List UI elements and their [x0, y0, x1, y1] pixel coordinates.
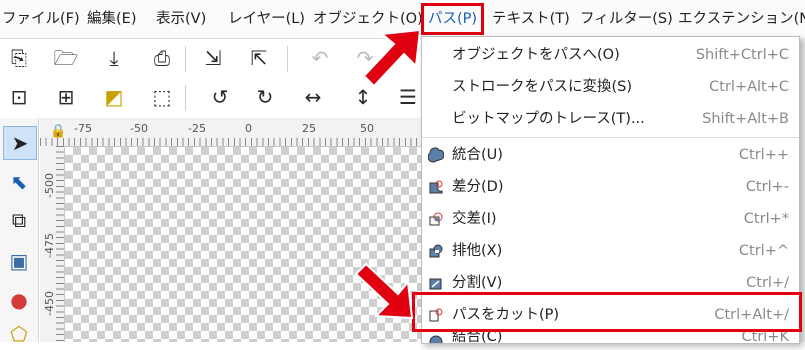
menu-item-shortcut: Ctrl+^ — [738, 243, 789, 259]
menu-item-label: ストロークをパスに変換(S) — [452, 79, 633, 95]
flip-horizontal-icon[interactable]: ↔ — [298, 82, 328, 112]
import-icon[interactable]: ⇲ — [198, 43, 228, 73]
menu-extensions[interactable]: エクステンション(N) — [678, 0, 805, 38]
path-menu-highlight-box — [421, 3, 484, 35]
toolbar-separator — [185, 85, 186, 111]
undo-icon[interactable]: ↶ — [305, 43, 335, 73]
menu-item-shortcut: Ctrl+Alt+C — [709, 79, 789, 95]
deselect-icon[interactable]: ⬚ — [147, 82, 177, 112]
ruler-tick-label: 25 — [302, 122, 316, 135]
union-icon — [428, 147, 444, 163]
ruler-ticks — [56, 146, 64, 342]
select-all-icon[interactable]: ⊡ — [4, 82, 34, 112]
menu-item-exclusion[interactable]: 排他(X) Ctrl+^ — [422, 235, 799, 267]
ruler-lock-icon[interactable]: 🔒 — [50, 124, 66, 139]
new-document-icon[interactable]: ⎘ — [4, 43, 34, 73]
ruler-tick-label: -50 — [130, 122, 148, 135]
menu-item-label: 結合(C) — [452, 331, 503, 343]
star-tool-icon[interactable]: ⬠ — [3, 318, 35, 350]
menu-item-shortcut: Ctrl+* — [743, 211, 789, 227]
red-arrow-icon — [362, 28, 422, 88]
toolbar-separator — [185, 46, 186, 72]
rotate-ccw-icon[interactable]: ↺ — [205, 82, 235, 112]
ruler-tick-label: -475 — [43, 233, 56, 258]
ellipse-tool-icon[interactable]: ● — [3, 284, 35, 316]
menu-item-union[interactable]: 統合(U) Ctrl++ — [422, 139, 799, 171]
menu-item-trace-bitmap[interactable]: ビットマップのトレース(T)... Shift+Alt+B — [422, 103, 799, 135]
shape-tools-icon[interactable]: ⧉ — [3, 204, 35, 236]
ruler-tick-label: -75 — [74, 122, 92, 135]
export-icon[interactable]: ⇱ — [244, 43, 274, 73]
menu-item-shortcut: Shift+Alt+B — [702, 111, 789, 127]
menu-text[interactable]: テキスト(T) — [492, 0, 570, 38]
ruler-ticks — [40, 138, 440, 146]
ruler-tick-label: -450 — [43, 291, 56, 316]
vertical-ruler: -500 -475 -450 — [40, 146, 65, 342]
horizontal-ruler: 🔒 -75 -50 -25 0 25 50 — [40, 118, 440, 147]
node-tool-icon[interactable]: ⬉ — [3, 166, 35, 198]
toolbar-separator — [287, 46, 288, 72]
ruler-tick-label: -500 — [43, 173, 56, 198]
select-same-icon[interactable]: ◩ — [99, 82, 129, 112]
menu-item-shortcut: Ctrl++ — [738, 147, 789, 163]
ruler-tick-label: 50 — [360, 122, 374, 135]
menu-item-shortcut: Shift+Ctrl+C — [695, 47, 789, 63]
intersection-icon — [429, 212, 443, 226]
print-icon[interactable]: ⎙ — [147, 43, 177, 73]
rectangle-tool-icon[interactable]: ▣ — [3, 245, 35, 277]
toolbox: ➤ ⬉ ⧉ ▣ ● ⬠ — [0, 118, 39, 346]
menu-item-label: 交差(I) — [452, 211, 497, 227]
menu-item-label: 統合(U) — [452, 147, 503, 163]
menu-file[interactable]: ファイル(F) — [2, 0, 80, 38]
division-icon — [429, 278, 442, 290]
ruler-tick-label: -25 — [188, 122, 206, 135]
exclusion-icon — [429, 244, 443, 258]
ruler-tick-label: 0 — [245, 122, 252, 135]
menu-filters[interactable]: フィルター(S) — [580, 0, 673, 38]
red-arrow-icon — [354, 262, 414, 320]
menu-item-label: 差分(D) — [452, 179, 504, 195]
select-all-layers-icon[interactable]: ⊞ — [51, 82, 81, 112]
menu-item-difference[interactable]: 差分(D) Ctrl+- — [422, 171, 799, 203]
menu-layer[interactable]: レイヤー(L) — [228, 0, 305, 38]
menu-item-stroke-to-path[interactable]: ストロークをパスに変換(S) Ctrl+Alt+C — [422, 71, 799, 103]
menu-edit[interactable]: 編集(E) — [87, 0, 136, 38]
menu-item-object-to-path[interactable]: オブジェクトをパスへ(O) Shift+Ctrl+C — [422, 39, 799, 71]
menu-item-shortcut: Ctrl+K — [741, 331, 789, 343]
menu-item-intersection[interactable]: 交差(I) Ctrl+* — [422, 203, 799, 235]
difference-icon — [429, 180, 443, 194]
menu-item-label: 排他(X) — [452, 243, 503, 259]
menu-item-label: オブジェクトをパスへ(O) — [452, 47, 620, 63]
menu-item-shortcut: Ctrl+- — [745, 179, 789, 195]
rotate-cw-icon[interactable]: ↻ — [250, 82, 280, 112]
menu-item-combine[interactable]: 結合(C) Ctrl+K — [422, 331, 799, 343]
menu-separator — [422, 137, 799, 138]
open-folder-icon[interactable]: 🗁 — [51, 43, 81, 73]
menu-view[interactable]: 表示(V) — [156, 0, 206, 38]
save-download-icon[interactable]: ⤓ — [99, 43, 129, 73]
selector-tool-icon[interactable]: ➤ — [3, 126, 37, 160]
cut-path-highlight-box — [412, 292, 802, 332]
menu-item-label: ビットマップのトレース(T)... — [452, 111, 645, 127]
